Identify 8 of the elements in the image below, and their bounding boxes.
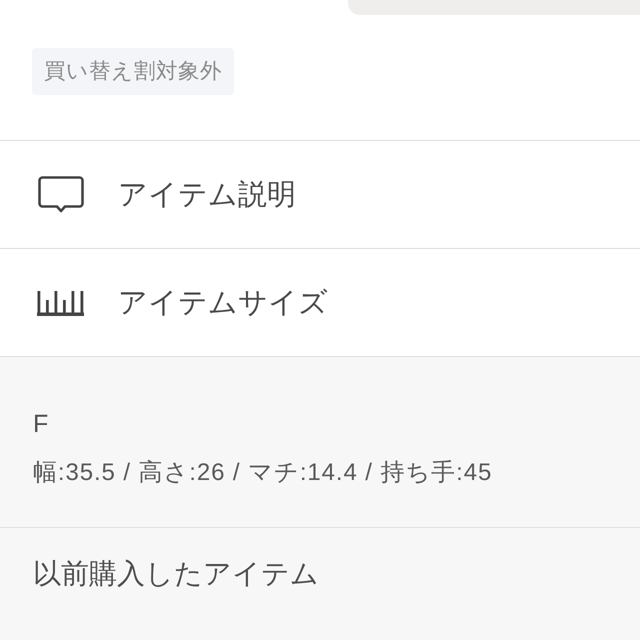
speech-bubble-icon (38, 176, 84, 214)
menu-label: アイテム説明 (118, 178, 296, 212)
menu-label: アイテムサイズ (118, 286, 328, 320)
ruler-icon (37, 290, 84, 316)
size-label: F (33, 410, 48, 438)
trade-in-badge: 買い替え割対象外 (32, 48, 234, 95)
size-dimensions: 幅:35.5 / 高さ:26 / マチ:14.4 / 持ち手:45 (33, 458, 492, 488)
section-title: 以前購入したアイテム (33, 558, 319, 589)
